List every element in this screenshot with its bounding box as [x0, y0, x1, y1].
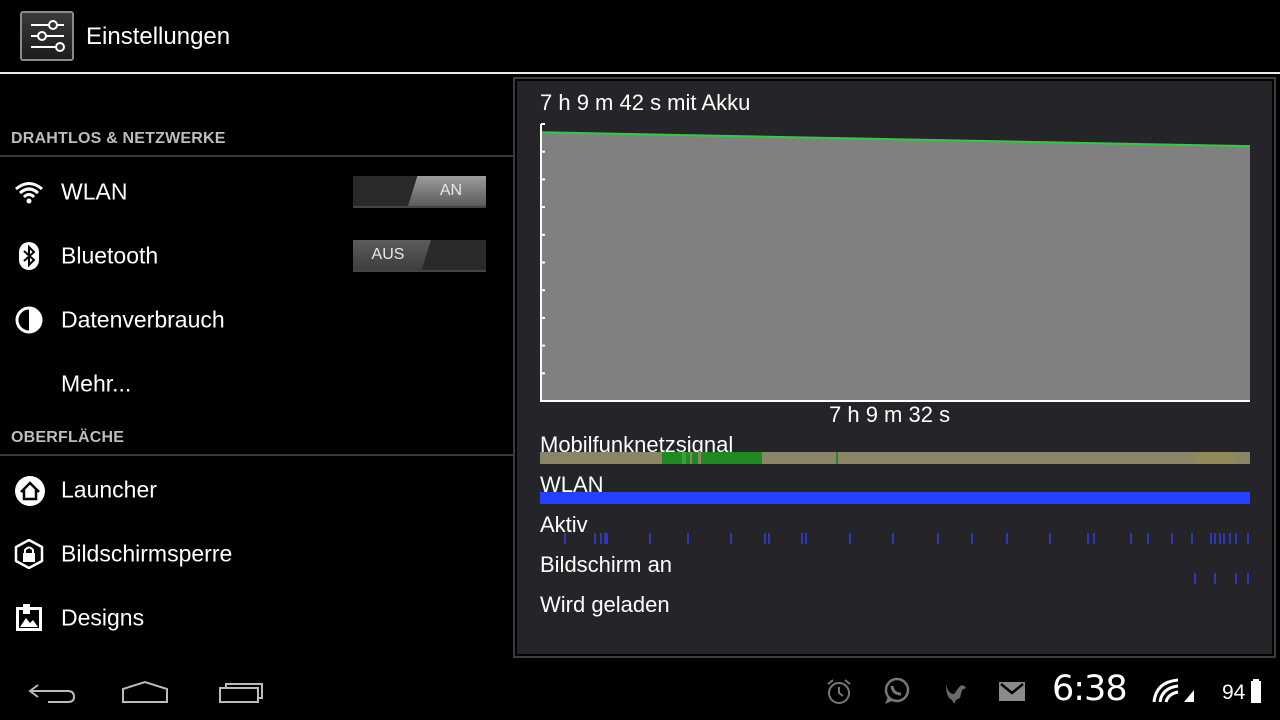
list-item-screen-lock[interactable]: Bildschirmsperre	[0, 522, 513, 586]
alarm-icon[interactable]	[824, 676, 854, 706]
list-item-label: Designs	[61, 604, 145, 631]
list-item-designs[interactable]: Designs	[0, 586, 513, 650]
charging-row-label: Wird geladen	[540, 592, 670, 617]
home-button[interactable]	[115, 676, 175, 706]
list-item-label: Datenverbrauch	[61, 306, 225, 333]
section-divider	[0, 155, 513, 157]
battery-icon	[1250, 676, 1262, 706]
gmail-icon[interactable]	[997, 676, 1027, 706]
recent-apps-icon	[219, 683, 263, 703]
data-usage-icon	[14, 305, 44, 335]
list-item-bluetooth[interactable]: Bluetooth AUS	[0, 224, 513, 288]
section-divider	[0, 454, 513, 456]
list-item-more[interactable]: Mehr...	[0, 352, 513, 416]
list-item-label: Bluetooth	[61, 242, 159, 269]
wifi-signal-icon[interactable]	[1152, 676, 1196, 706]
battery-duration: 7 h 9 m 32 s	[829, 402, 951, 427]
wifi-icon	[14, 177, 44, 207]
list-item-label: WLAN	[61, 178, 128, 205]
toggle-state: AN	[408, 176, 486, 206]
back-arrow-icon	[28, 684, 76, 703]
back-button[interactable]	[20, 676, 80, 706]
battery-level-area	[541, 132, 1250, 401]
list-item-data-usage[interactable]: Datenverbrauch	[0, 288, 513, 352]
bird-icon[interactable]	[940, 676, 970, 706]
bluetooth-icon	[14, 241, 44, 271]
clock: 6:38	[1052, 669, 1128, 709]
list-item-launcher[interactable]: Launcher	[0, 458, 513, 522]
list-item-wlan[interactable]: WLAN AN	[0, 160, 513, 224]
list-item-label: Launcher	[61, 476, 157, 503]
whatsapp-icon[interactable]	[881, 676, 911, 706]
lock-icon	[14, 538, 44, 570]
bluetooth-toggle[interactable]: AUS	[353, 240, 486, 272]
action-bar: Einstellungen	[0, 0, 1280, 72]
signal-bar	[540, 452, 1250, 464]
settings-list: DRAHTLOS & NETZWERKE WLAN AN Bluetooth A…	[0, 74, 514, 662]
page-title: Einstellungen	[86, 23, 231, 50]
home-outline-icon	[122, 680, 168, 703]
designs-icon	[14, 603, 44, 633]
battery-graph	[540, 123, 1251, 402]
screen-on-bar	[1194, 573, 1249, 584]
list-item-label: Bildschirmsperre	[61, 540, 233, 567]
battery-percentage: 94	[1222, 681, 1246, 704]
settings-sliders-icon[interactable]	[20, 11, 74, 61]
toggle-state: AUS	[353, 240, 431, 270]
cell-signal-icon	[1184, 690, 1194, 702]
section-header-wireless: DRAHTLOS & NETZWERKE	[11, 130, 226, 147]
active-bar	[564, 533, 1249, 544]
list-item-label: Mehr...	[61, 370, 132, 397]
wlan-bar	[540, 492, 1250, 504]
battery-time-title: 7 h 9 m 42 s mit Akku	[540, 90, 751, 115]
section-header-ui: OBERFLÄCHE	[11, 429, 125, 446]
recent-apps-button[interactable]	[210, 676, 270, 706]
wlan-toggle[interactable]: AN	[353, 176, 486, 208]
home-icon	[14, 475, 45, 506]
